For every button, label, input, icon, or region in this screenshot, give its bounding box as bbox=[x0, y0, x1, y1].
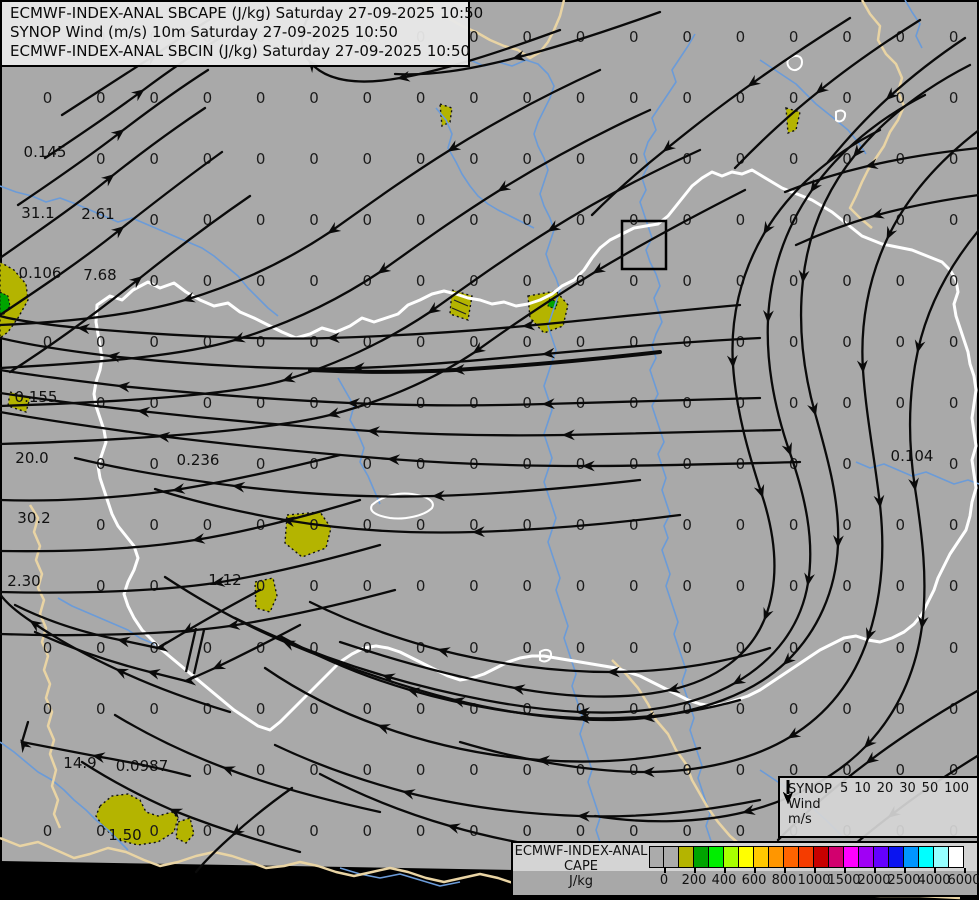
cape-swatch bbox=[814, 846, 829, 868]
wind-speed-label: 100 bbox=[944, 781, 969, 796]
title-line-sbcape: ECMWF-INDEX-ANAL SBCAPE (J/kg) Saturday … bbox=[10, 4, 484, 22]
kink-double-line bbox=[184, 627, 206, 675]
bold-streamline bbox=[308, 350, 662, 375]
streamlines-layer bbox=[0, 10, 979, 874]
down-arrow-icon bbox=[783, 780, 793, 804]
cape-legend-units: J/kg bbox=[569, 874, 593, 889]
wind-speed-item: 100 bbox=[783, 780, 969, 834]
cape-legend-title: ECMWF-INDEX-ANAL bbox=[514, 844, 648, 859]
cape-legend-subtitle: CAPE bbox=[563, 859, 599, 874]
title-box: ECMWF-INDEX-ANAL SBCAPE (J/kg) Saturday … bbox=[0, 0, 484, 67]
wind-speed-label: 10 bbox=[854, 781, 871, 796]
cape-tick-label: 400 bbox=[711, 873, 737, 888]
cape-tick-label: 200 bbox=[681, 873, 707, 888]
wind-speed-label: 30 bbox=[899, 781, 916, 796]
cape-tick-label: 1500 bbox=[827, 873, 861, 888]
streamlines bbox=[0, 10, 979, 874]
cape-swatch bbox=[919, 846, 934, 868]
cape-tick-label: 2000 bbox=[857, 873, 891, 888]
cape-swatch bbox=[904, 846, 919, 868]
cape-tick-label: 4000 bbox=[917, 873, 951, 888]
cape-swatch bbox=[709, 846, 724, 868]
cape-tick-label: 2500 bbox=[887, 873, 921, 888]
cape-tick-label: 1000 bbox=[797, 873, 831, 888]
cape-tick-label: 0 bbox=[659, 873, 669, 888]
wind-legend-units: m/s bbox=[788, 812, 812, 827]
cape-swatch bbox=[799, 846, 814, 868]
title-line-wind: SYNOP Wind (m/s) 10m Saturday 27-09-2025… bbox=[10, 23, 398, 41]
cape-swatch bbox=[739, 846, 754, 868]
wind-legend-items: 5 10 20 30 50 100 bbox=[783, 778, 977, 836]
weather-map: 0000000000000000000000000000000000000000… bbox=[0, 0, 979, 900]
cape-swatch bbox=[844, 846, 859, 868]
cape-swatch bbox=[769, 846, 784, 868]
cape-swatch bbox=[889, 846, 904, 868]
cape-swatch bbox=[949, 846, 964, 868]
cape-legend-titles: ECMWF-INDEX-ANAL CAPE J/kg bbox=[513, 844, 649, 889]
cape-swatch bbox=[679, 846, 694, 868]
cape-swatch bbox=[859, 846, 874, 868]
cape-swatch bbox=[724, 846, 739, 868]
wind-speed-item: 20 bbox=[783, 780, 894, 834]
wind-speed-item: 30 bbox=[783, 780, 916, 834]
wind-speed-label: 50 bbox=[921, 781, 939, 796]
wind-legend: SYNOP Wind m/s 5 10 20 30 50 100 bbox=[778, 776, 979, 838]
cape-legend: ECMWF-INDEX-ANAL CAPE J/kg 0 200 400 600 800… bbox=[511, 841, 979, 897]
wind-speed-item: 50 bbox=[783, 780, 939, 834]
cape-swatch bbox=[829, 846, 844, 868]
cape-tick-label: 800 bbox=[771, 873, 797, 888]
cape-swatch bbox=[754, 846, 769, 868]
wind-speed-item: 10 bbox=[783, 780, 871, 834]
cape-swatch bbox=[649, 846, 664, 868]
cape-tick-label: 6000 bbox=[947, 873, 979, 888]
cape-swatch bbox=[784, 846, 799, 868]
cape-tick-label: 600 bbox=[741, 873, 767, 888]
cape-swatch bbox=[874, 846, 889, 868]
cape-colorbar bbox=[649, 846, 964, 868]
wind-speed-label: 20 bbox=[876, 781, 894, 796]
wind-speed-item: 5 bbox=[783, 780, 849, 834]
cape-swatch bbox=[694, 846, 709, 868]
title-line-sbcin: ECMWF-INDEX-ANAL SBCIN (J/kg) Saturday 2… bbox=[10, 42, 471, 60]
cape-swatch bbox=[934, 846, 949, 868]
wind-speed-label: 5 bbox=[840, 781, 849, 796]
cape-swatch bbox=[664, 846, 679, 868]
